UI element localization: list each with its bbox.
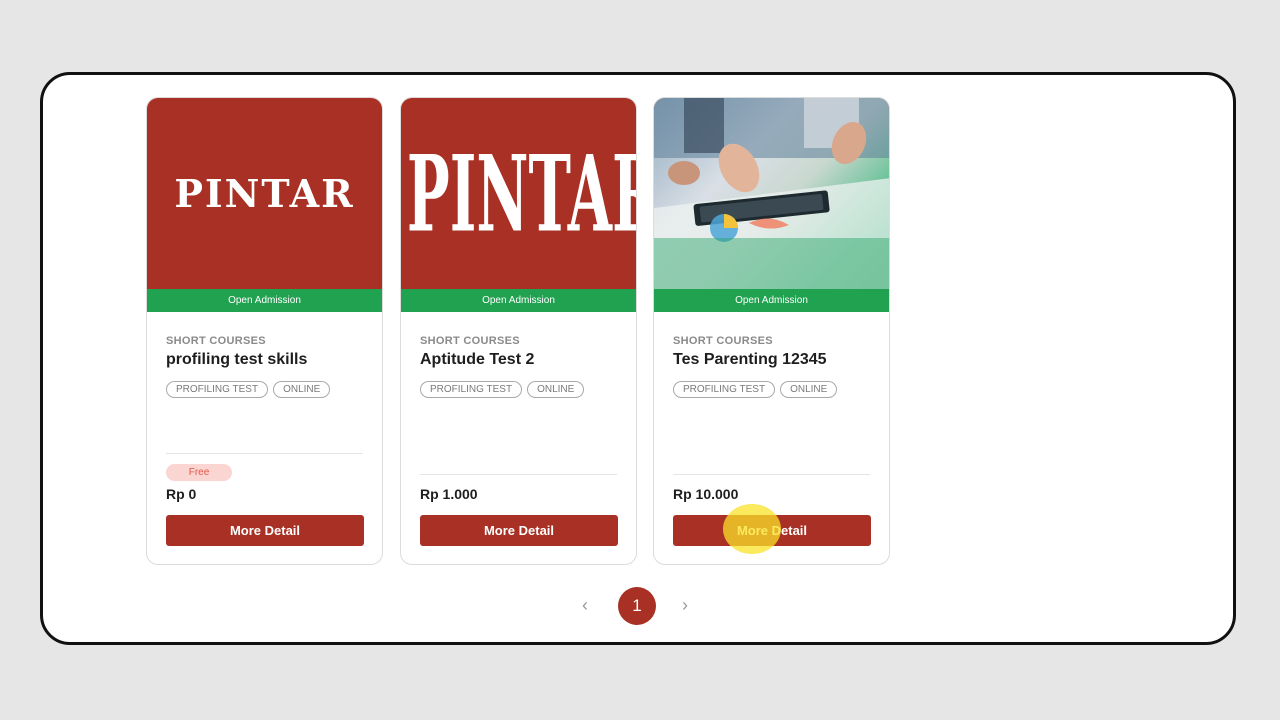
pintar-logo: PINTAR [174, 171, 355, 216]
course-card[interactable]: Open Admission SHORT COURSES Tes Parenti… [653, 97, 890, 565]
card-divider [673, 474, 870, 475]
browser-frame: PINTAR Open Admission SHORT COURSES prof… [40, 72, 1236, 645]
meeting-photo [654, 98, 889, 289]
tag-profiling-test: PROFILING TEST [166, 381, 269, 398]
course-title[interactable]: Aptitude Test 2 [420, 351, 534, 369]
card-divider [420, 474, 617, 475]
more-detail-button[interactable]: More Detail [673, 515, 871, 546]
course-title[interactable]: Tes Parenting 12345 [673, 351, 827, 369]
tag-online: ONLINE [780, 381, 838, 398]
course-price: Rp 10.000 [673, 486, 739, 502]
pintar-logo: PINTAR [406, 134, 636, 257]
course-price: Rp 1.000 [420, 486, 478, 502]
course-price: Rp 0 [166, 486, 197, 502]
tag-profiling-test: PROFILING TEST [673, 381, 776, 398]
chevron-right-icon[interactable]: › [682, 595, 688, 616]
admission-status-banner: Open Admission [654, 289, 889, 312]
course-category: SHORT COURSES [420, 335, 520, 347]
course-title[interactable]: profiling test skills [166, 351, 307, 369]
course-card[interactable]: PINTAR Open Admission SHORT COURSES prof… [146, 97, 383, 565]
tag-profiling-test: PROFILING TEST [420, 381, 523, 398]
course-thumbnail[interactable]: PINTAR [147, 98, 382, 289]
admission-status-banner: Open Admission [147, 289, 382, 312]
admission-status-banner: Open Admission [401, 289, 636, 312]
course-tags: PROFILING TEST ONLINE [420, 381, 585, 398]
tag-online: ONLINE [273, 381, 331, 398]
pagination: ‹ 1 › [43, 587, 1233, 627]
page-1-button[interactable]: 1 [618, 587, 656, 625]
free-badge: Free [166, 464, 232, 481]
course-thumbnail[interactable] [654, 98, 889, 289]
card-divider [166, 453, 363, 454]
more-detail-button[interactable]: More Detail [166, 515, 364, 546]
tag-online: ONLINE [527, 381, 585, 398]
more-detail-button[interactable]: More Detail [420, 515, 618, 546]
course-category: SHORT COURSES [166, 335, 266, 347]
course-tags: PROFILING TEST ONLINE [673, 381, 838, 398]
course-category: SHORT COURSES [673, 335, 773, 347]
course-card[interactable]: PINTAR Open Admission SHORT COURSES Apti… [400, 97, 637, 565]
chevron-left-icon[interactable]: ‹ [582, 595, 588, 616]
course-thumbnail[interactable]: PINTAR [401, 98, 636, 289]
course-tags: PROFILING TEST ONLINE [166, 381, 331, 398]
